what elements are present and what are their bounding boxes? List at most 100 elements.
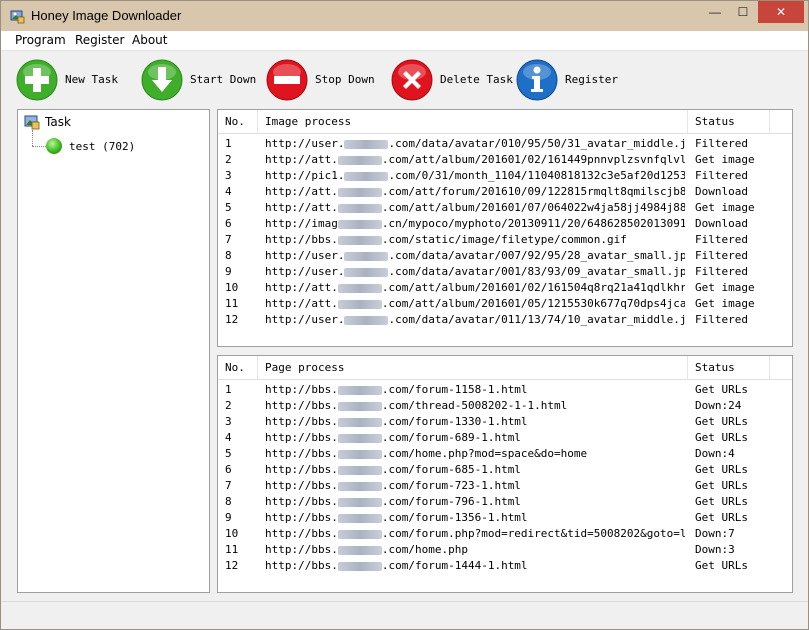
row-url: http://bbs. .com/thread-5008202-1-1.html	[265, 398, 685, 414]
row-url: http://att. .com/att/album/201601/02/1615…	[265, 280, 685, 296]
row-number: 5	[225, 201, 232, 214]
table-row[interactable]: 5 http://att. .com/att/album/201601/07/064…	[218, 200, 792, 216]
url-suffix: .com/data/avatar/011/13/74/10_avatar_mid…	[388, 313, 685, 326]
table-row[interactable]: 8 http://user. .com/data/avatar/007/92/95/…	[218, 248, 792, 264]
url-prefix: http://user.	[265, 137, 345, 150]
table-row[interactable]: 5 http://bbs. .com/home.php?mod=space&do=h…	[218, 446, 792, 462]
url-suffix: .com/att/album/201601/07/064022w4ja58jj4…	[381, 201, 685, 214]
table-row[interactable]: 6 http://imag .cn/mypoco/myphoto/20130911/…	[218, 216, 792, 232]
url-prefix: http://bbs.	[265, 495, 338, 508]
url-prefix: http://user.	[265, 249, 345, 262]
table-row[interactable]: 2 http://att. .com/att/album/201601/02/161…	[218, 152, 792, 168]
table-row[interactable]: 10 http://bbs. .com/forum.php?mod=redirect…	[218, 526, 792, 542]
table-row[interactable]: 3 http://pic1. .com/0/31/month_1104/110408…	[218, 168, 792, 184]
column-header-status[interactable]: Status	[688, 110, 770, 134]
tree-connector	[32, 130, 33, 146]
minimize-button[interactable]: —	[701, 1, 729, 23]
app-window: Honey Image Downloader — ☐ ✕ Program Reg…	[0, 0, 809, 630]
url-prefix: http://pic1.	[265, 169, 345, 182]
table-row[interactable]: 12 http://bbs. .com/forum-1444-1.html Get U…	[218, 558, 792, 574]
plus-icon	[16, 59, 58, 101]
row-url: http://user. .com/data/avatar/010/95/50/3…	[265, 136, 685, 152]
row-number: 2	[225, 399, 232, 412]
menu-program[interactable]: Program	[15, 33, 66, 47]
row-number: 4	[225, 185, 232, 198]
column-header-no[interactable]: No.	[218, 110, 258, 134]
row-status: Get URLs	[695, 383, 748, 396]
task-folder-icon	[24, 115, 40, 130]
table-row[interactable]: 3 http://bbs. .com/forum-1330-1.html Get UR…	[218, 414, 792, 430]
maximize-button[interactable]: ☐	[729, 1, 757, 23]
row-number: 8	[225, 249, 232, 262]
row-number: 1	[225, 137, 232, 150]
row-status: Filtered	[695, 313, 748, 326]
redacted-domain	[337, 219, 382, 229]
x-icon	[391, 59, 433, 101]
table-row[interactable]: 7 http://bbs. .com/static/image/filetype/c…	[218, 232, 792, 248]
url-suffix: .com/data/avatar/007/92/95/28_avatar_sma…	[388, 249, 685, 262]
grid-header: No. Page process Status	[218, 356, 792, 380]
row-url: http://bbs. .com/forum.php?mod=redirect&t…	[265, 526, 685, 542]
tree-item-test[interactable]: test (702)	[69, 140, 135, 153]
table-row[interactable]: 4 http://att. .com/att/forum/201610/09/122…	[218, 184, 792, 200]
url-prefix: http://bbs.	[265, 559, 338, 572]
row-url: http://bbs. .com/forum-1444-1.html	[265, 558, 685, 574]
table-row[interactable]: 1 http://user. .com/data/avatar/010/95/50/…	[218, 136, 792, 152]
url-suffix: .com/forum-1444-1.html	[381, 559, 528, 572]
page-process-grid[interactable]: No. Page process Status 1 http://bbs. .com…	[217, 355, 793, 593]
redacted-domain	[337, 561, 382, 571]
url-prefix: http://att.	[265, 185, 338, 198]
table-row[interactable]: 6 http://bbs. .com/forum-685-1.html Get URL…	[218, 462, 792, 478]
task-tree[interactable]: Task test (702)	[17, 109, 210, 593]
redacted-domain	[337, 187, 382, 197]
row-url: http://att. .com/att/forum/201610/09/1228…	[265, 184, 685, 200]
table-row[interactable]: 11 http://bbs. .com/home.php Down:3	[218, 542, 792, 558]
row-status: Get URLs	[695, 463, 748, 476]
column-header-status[interactable]: Status	[688, 356, 770, 380]
row-status: Filtered	[695, 249, 748, 262]
url-suffix: .com/att/forum/201610/09/122815rmqlt8qmi…	[381, 185, 685, 198]
row-url: http://bbs. .com/static/image/filetype/co…	[265, 232, 685, 248]
row-status: Get URLs	[695, 415, 748, 428]
tree-root-label[interactable]: Task	[45, 115, 71, 129]
table-row[interactable]: 4 http://bbs. .com/forum-689-1.html Get URL…	[218, 430, 792, 446]
table-row[interactable]: 2 http://bbs. .com/thread-5008202-1-1.html…	[218, 398, 792, 414]
row-url: http://user. .com/data/avatar/001/83/93/0…	[265, 264, 685, 280]
table-row[interactable]: 9 http://bbs. .com/forum-1356-1.html Get UR…	[218, 510, 792, 526]
stop-down-label: Stop Down	[315, 73, 375, 86]
menu-register[interactable]: Register	[75, 33, 124, 47]
close-button[interactable]: ✕	[758, 1, 804, 23]
url-suffix: .com/forum-689-1.html	[381, 431, 521, 444]
url-suffix: .com/forum-723-1.html	[381, 479, 521, 492]
tree-connector	[32, 146, 46, 147]
window-title: Honey Image Downloader	[31, 8, 182, 23]
row-url: http://bbs. .com/forum-723-1.html	[265, 478, 685, 494]
column-header-page-process[interactable]: Page process	[258, 356, 688, 380]
row-number: 12	[225, 313, 239, 326]
url-suffix: .com/forum-796-1.html	[381, 495, 521, 508]
title-bar[interactable]: Honey Image Downloader — ☐ ✕	[1, 1, 808, 31]
row-number: 11	[225, 297, 239, 310]
redacted-domain	[337, 283, 382, 293]
url-prefix: http://att.	[265, 153, 338, 166]
image-process-grid[interactable]: No. Image process Status 1 http://user. .c…	[217, 109, 793, 347]
table-row[interactable]: 11 http://att. .com/att/album/201601/05/12…	[218, 296, 792, 312]
row-number: 9	[225, 265, 232, 278]
table-row[interactable]: 7 http://bbs. .com/forum-723-1.html Get URL…	[218, 478, 792, 494]
row-number: 8	[225, 495, 232, 508]
table-row[interactable]: 10 http://att. .com/att/album/201601/02/16…	[218, 280, 792, 296]
url-suffix: .com/data/avatar/010/95/50/31_avatar_mid…	[388, 137, 685, 150]
url-suffix: .com/thread-5008202-1-1.html	[381, 399, 568, 412]
table-row[interactable]: 9 http://user. .com/data/avatar/001/83/93/…	[218, 264, 792, 280]
menu-about[interactable]: About	[132, 33, 167, 47]
column-header-no[interactable]: No.	[218, 356, 258, 380]
redacted-domain	[344, 171, 389, 181]
redacted-domain	[337, 299, 382, 309]
row-status: Get URLs	[695, 479, 748, 492]
redacted-domain	[344, 139, 389, 149]
url-suffix: .com/att/album/201601/02/161504q8rq21a41…	[381, 281, 685, 294]
table-row[interactable]: 8 http://bbs. .com/forum-796-1.html Get URL…	[218, 494, 792, 510]
column-header-image-process[interactable]: Image process	[258, 110, 688, 134]
table-row[interactable]: 1 http://bbs. .com/forum-1158-1.html Get UR…	[218, 382, 792, 398]
table-row[interactable]: 12 http://user. .com/data/avatar/011/13/74…	[218, 312, 792, 328]
